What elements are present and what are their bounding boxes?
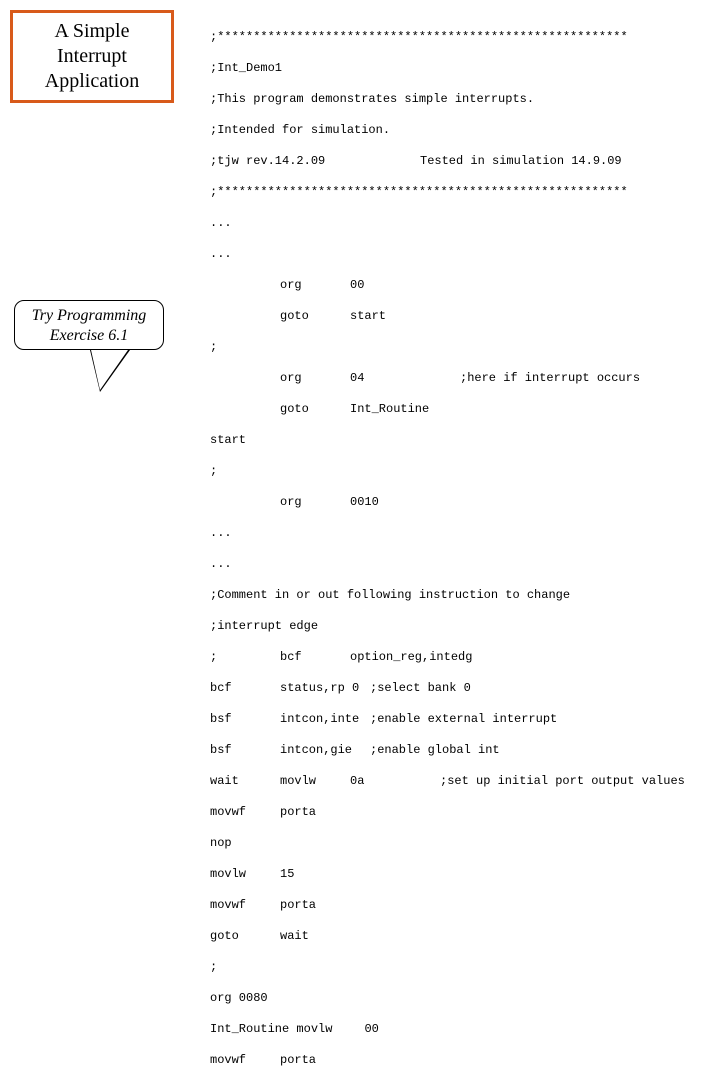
code-line: org00 [210, 278, 685, 294]
code-line: bsfintcon,inte;enable external interrupt [210, 712, 685, 728]
code-rule: ;***************************************… [210, 30, 685, 46]
code-line: ; [210, 960, 685, 976]
title-line-1: A Simple [17, 19, 167, 44]
code-line: org 0080 [210, 991, 685, 1007]
code-line: gotoInt_Routine [210, 402, 685, 418]
code-line: org04;here if interrupt occurs [210, 371, 685, 387]
code-line: bsfintcon,gie;enable global int [210, 743, 685, 759]
code-line: waitmovlw0a;set up initial port output v… [210, 774, 685, 790]
code-header-2: ;This program demonstrates simple interr… [210, 92, 685, 108]
code-comment-2: ;interrupt edge [210, 619, 685, 635]
exercise-callout: Try Programming Exercise 6.1 [14, 300, 164, 350]
code-line: bcfstatus,rp 0;select bank 0 [210, 681, 685, 697]
code-line: gotostart [210, 309, 685, 325]
callout-line-2: Exercise 6.1 [15, 326, 163, 346]
code-line: nop [210, 836, 685, 852]
code-dots-2: ... [210, 247, 685, 263]
title-line-3: Application [17, 69, 167, 94]
code-line: movlw15 [210, 867, 685, 883]
code-line: org0010 [210, 495, 685, 511]
code-line: ; [210, 340, 685, 356]
code-line: start [210, 433, 685, 449]
code-comment-1: ;Comment in or out following instruction… [210, 588, 685, 604]
code-dots-3: ... [210, 526, 685, 542]
code-line: movwfporta [210, 898, 685, 914]
code-line: ; [210, 464, 685, 480]
code-listing: ;***************************************… [210, 14, 685, 1080]
code-header-4: ;tjw rev.14.2.09Tested in simulation 14.… [210, 154, 685, 170]
code-header-3: ;Intended for simulation. [210, 123, 685, 139]
code-header-1: ;Int_Demo1 [210, 61, 685, 77]
code-dots-4: ... [210, 557, 685, 573]
code-rule-2: ;***************************************… [210, 185, 685, 201]
code-line: Int_Routine movlw00 [210, 1022, 685, 1038]
callout-line-1: Try Programming [15, 306, 163, 326]
code-line: movwfporta [210, 1053, 685, 1069]
code-line: gotowait [210, 929, 685, 945]
code-line: movwfporta [210, 805, 685, 821]
title-line-2: Interrupt [17, 44, 167, 69]
code-line: ;bcfoption_reg,intedg [210, 650, 685, 666]
code-dots-1: ... [210, 216, 685, 232]
title-box: A Simple Interrupt Application [10, 10, 174, 103]
